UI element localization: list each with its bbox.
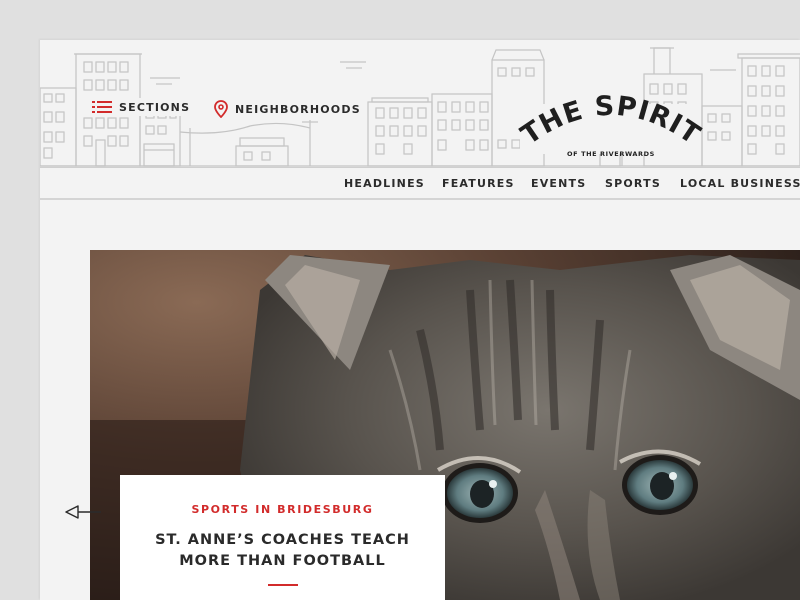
nav-item-local-business[interactable]: LOCAL BUSINESS: [680, 177, 800, 190]
section-nav: HEADLINES FEATURES EVENTS SPORTS LOCAL B…: [40, 168, 800, 200]
neighborhoods-label: NEIGHBORHOODS: [235, 102, 361, 116]
arrow-left-icon: [64, 505, 102, 526]
nav-item-sports[interactable]: SPORTS: [605, 177, 661, 190]
site-logo[interactable]: THE SPIRIT OF THE RIVERWARDS: [516, 76, 705, 166]
menu-list-icon: [92, 100, 112, 114]
nav-item-events[interactable]: EVENTS: [531, 177, 586, 190]
masthead: SECTIONS NEIGHBORHOODS THE SPIRIT OF THE…: [40, 40, 800, 168]
sections-label: SECTIONS: [119, 100, 191, 114]
story-kicker[interactable]: SPORTS IN BRIDESBURG: [120, 503, 445, 516]
logo-tagline: OF THE RIVERWARDS: [567, 150, 655, 158]
neighborhoods-button[interactable]: NEIGHBORHOODS: [211, 98, 364, 120]
nav-item-headlines[interactable]: HEADLINES: [344, 177, 425, 190]
page: SECTIONS NEIGHBORHOODS THE SPIRIT OF THE…: [40, 40, 800, 600]
previous-slide-button[interactable]: [64, 502, 102, 526]
nav-item-features[interactable]: FEATURES: [442, 177, 515, 190]
story-title[interactable]: ST. ANNE’S COACHES TEACH MORE THAN FOOTB…: [153, 530, 413, 572]
map-pin-icon: [214, 100, 228, 118]
featured-story-card[interactable]: SPORTS IN BRIDESBURG ST. ANNE’S COACHES …: [120, 475, 445, 600]
sections-button[interactable]: SECTIONS: [89, 98, 194, 116]
story-title-divider: [267, 584, 298, 586]
